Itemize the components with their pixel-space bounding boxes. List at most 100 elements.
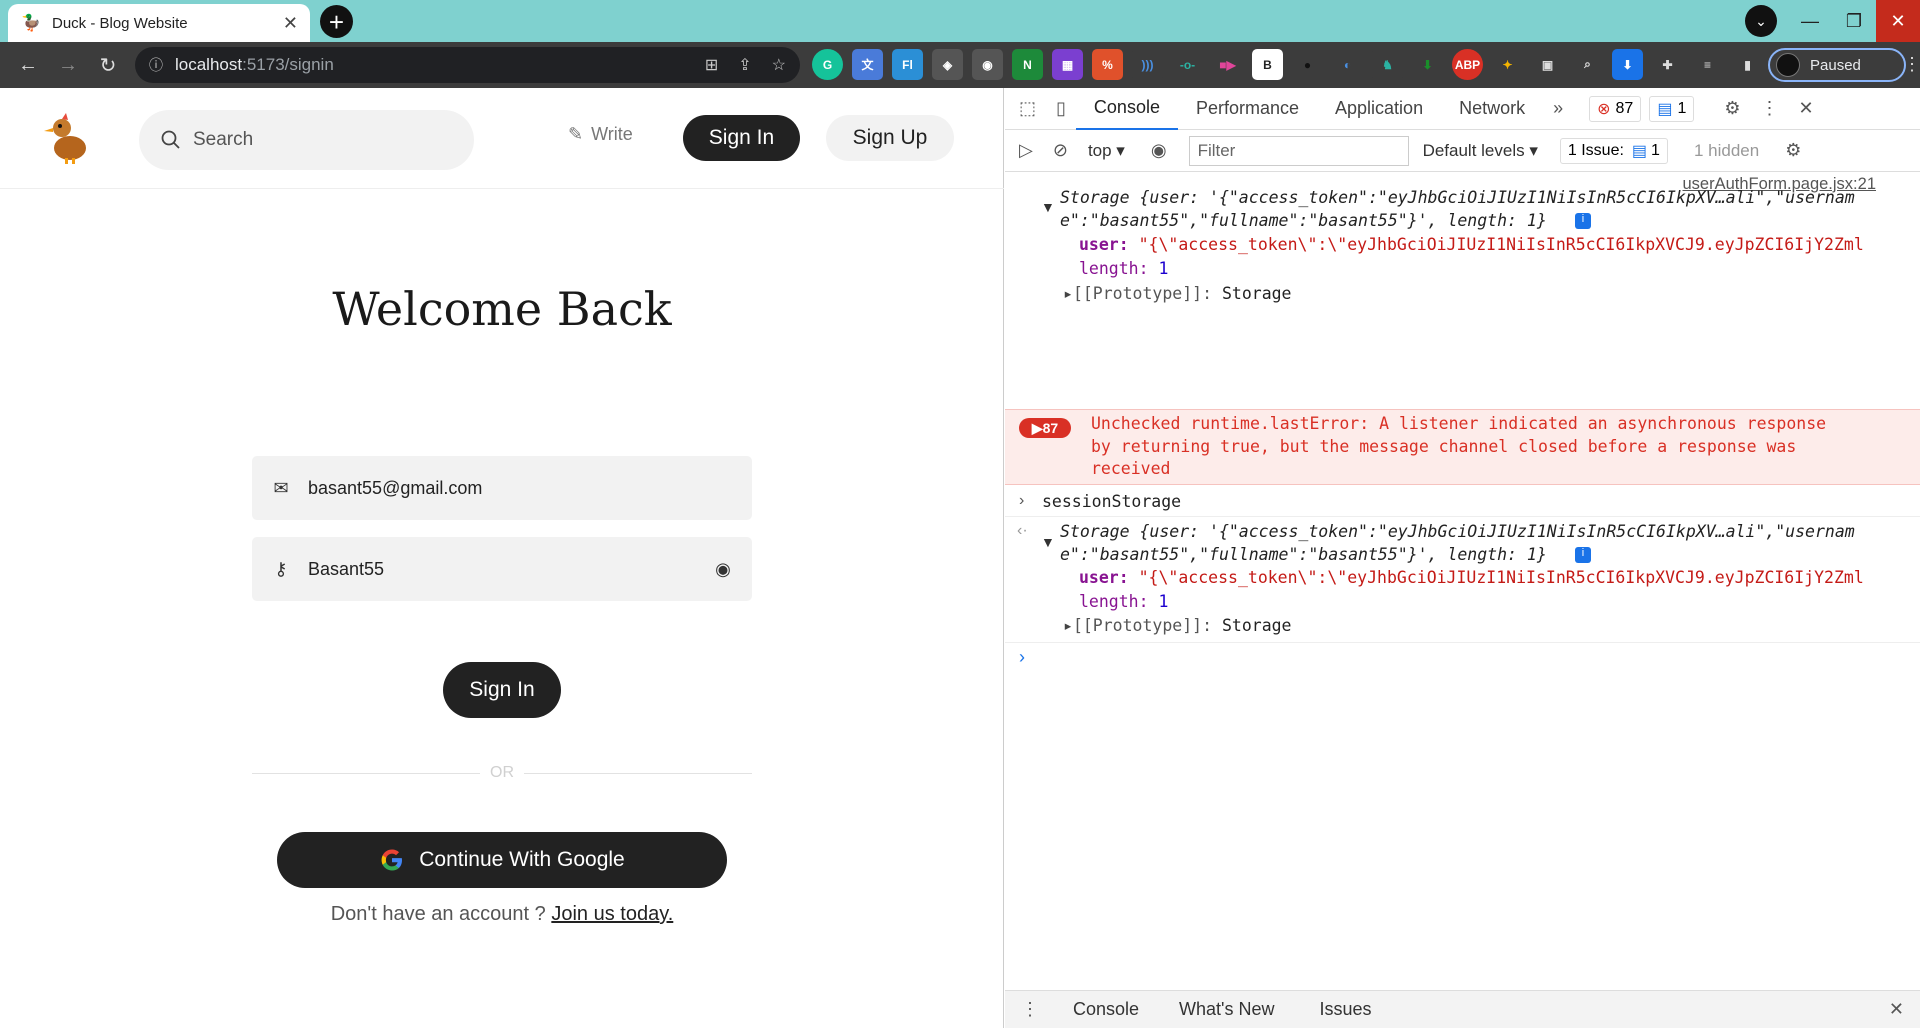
extensions-puzzle-icon[interactable]: ✚ — [1652, 49, 1683, 80]
signup-nav-button[interactable]: Sign Up — [826, 115, 954, 161]
drawer-tab-issues[interactable]: Issues — [1320, 999, 1372, 1020]
b-extension-icon[interactable]: B — [1252, 49, 1283, 80]
email-field[interactable]: ✉ basant55@gmail.com — [252, 456, 752, 520]
error-icon: ⊗ — [1597, 100, 1611, 118]
shield-extension-icon[interactable]: ◈ — [932, 49, 963, 80]
bookmark-star-icon[interactable]: ☆ — [772, 55, 786, 75]
window-close-icon[interactable]: ✕ — [1876, 0, 1920, 42]
user-value: "{\"access_token\":\"eyJhbGciOiJIUzI1NiI… — [1138, 235, 1864, 254]
key-icon: ⚷ — [274, 558, 288, 579]
signin-submit-button[interactable]: Sign In — [443, 662, 561, 718]
join-link[interactable]: Join us today. — [551, 903, 673, 925]
search-bar[interactable]: Search — [139, 110, 474, 170]
signin-nav-button[interactable]: Sign In — [683, 115, 800, 161]
n-extension-icon[interactable]: N — [1012, 49, 1043, 80]
log-levels-dropdown[interactable]: Default levels ▾ — [1423, 141, 1538, 161]
info-icon[interactable]: i — [1575, 213, 1591, 229]
fl-extension-icon[interactable]: Fl — [892, 49, 923, 80]
badge-extension-icon[interactable]: ▦ — [1052, 49, 1083, 80]
google-signin-button[interactable]: Continue With Google — [277, 832, 727, 888]
devtools-close-icon[interactable]: ✕ — [1788, 98, 1823, 119]
forward-icon[interactable]: → — [48, 45, 88, 85]
search-input[interactable]: Search — [193, 129, 253, 151]
download-green-extension-icon[interactable]: ⬇ — [1412, 49, 1443, 80]
drawer-tab-whats-new[interactable]: What's New — [1179, 999, 1274, 1020]
color-picker-extension-icon[interactable]: ✦ — [1492, 49, 1523, 80]
tab-close-icon[interactable]: ✕ — [283, 13, 298, 34]
dark-extension-icon[interactable]: ● — [1292, 49, 1323, 80]
write-link[interactable]: ✎ Write — [568, 124, 633, 145]
show-password-eye-icon[interactable]: ◉ — [712, 559, 734, 580]
dino-extension-icon[interactable]: ♞ — [1372, 49, 1403, 80]
console-filter-input[interactable]: Filter — [1188, 135, 1409, 166]
translate-extension-icon[interactable]: 文 — [852, 49, 883, 80]
share-icon[interactable]: ⇪ — [738, 55, 751, 75]
minimize-icon[interactable]: — — [1788, 0, 1832, 42]
console-settings-icon[interactable]: ⚙ — [1775, 140, 1811, 161]
reload-icon[interactable]: ↻ — [88, 45, 128, 85]
live-expression-eye-icon[interactable]: ◉ — [1141, 140, 1177, 161]
inspect-element-icon[interactable]: ⬚ — [1009, 98, 1046, 119]
profile-button[interactable]: Paused — [1768, 48, 1906, 82]
device-toolbar-icon[interactable]: ▯ — [1046, 98, 1076, 119]
context-selector[interactable]: top ▾ — [1088, 141, 1125, 161]
wave-extension-icon[interactable]: ))) — [1132, 49, 1163, 80]
duck-logo[interactable] — [40, 110, 96, 166]
record-extension-icon[interactable]: ■▶ — [1212, 49, 1243, 80]
drawer-close-icon[interactable]: ✕ — [1879, 999, 1914, 1020]
divider-right — [524, 773, 752, 774]
more-tabs-icon[interactable]: » — [1543, 98, 1573, 119]
link-extension-icon[interactable]: -o- — [1172, 49, 1203, 80]
clear-console-icon[interactable]: ⊘ — [1043, 140, 1078, 161]
browser-menu-icon[interactable]: ⋮ — [1903, 54, 1920, 75]
expand-triangle-icon-2[interactable]: ▼ — [1041, 534, 1055, 550]
issues-badge[interactable]: 1 Issue: ▤ 1 — [1559, 137, 1668, 164]
prototype-value-2: Storage — [1221, 616, 1292, 635]
image-extension-icon[interactable]: ▣ — [1532, 49, 1563, 80]
back-icon[interactable]: ← — [8, 45, 48, 85]
new-tab-button[interactable]: + — [320, 5, 353, 38]
sidebar-toggle-icon[interactable]: ▷ — [1009, 140, 1043, 161]
tab-performance[interactable]: Performance — [1178, 88, 1317, 130]
password-field[interactable]: ⚷ Basant55 ◉ — [252, 537, 752, 601]
prototype-row-2[interactable]: ▸[[Prototype]]: Storage — [1063, 616, 1292, 635]
info-icon-2[interactable]: i — [1575, 547, 1591, 563]
tab-network[interactable]: Network — [1441, 88, 1543, 130]
profile-avatar — [1776, 53, 1800, 77]
search-extension-icon[interactable]: ⌕ — [1572, 49, 1603, 80]
message-icon: ▤ — [1657, 100, 1673, 118]
settings-gear-icon[interactable]: ⚙ — [1714, 98, 1750, 119]
drawer-menu-icon[interactable]: ⋮ — [1011, 999, 1049, 1020]
search-icon — [161, 130, 180, 149]
site-info-icon[interactable]: ⓘ — [149, 55, 163, 75]
translate-icon[interactable]: ⊞ — [705, 55, 718, 75]
error-count-badge[interactable]: ⊗ 87 — [1589, 95, 1642, 122]
result-storage-line1[interactable]: Storage {user: '{"access_token":"eyJhbGc… — [1060, 522, 1855, 541]
tab-console[interactable]: Console — [1075, 88, 1178, 130]
media-control-icon[interactable]: ≡ — [1692, 49, 1723, 80]
camera-extension-icon[interactable]: ◉ — [972, 49, 1003, 80]
log-storage-line1[interactable]: Storage {user: '{"access_token":"eyJhbGc… — [1060, 188, 1855, 207]
address-bar[interactable]: ⓘ localhost :5173/signin ⊞ ⇪ ☆ — [135, 47, 800, 83]
maximize-icon[interactable]: ❐ — [1832, 0, 1876, 42]
email-input[interactable]: basant55@gmail.com — [308, 478, 734, 499]
console-prompt-icon[interactable]: › — [1019, 647, 1025, 668]
message-count-badge[interactable]: ▤ 1 — [1649, 95, 1695, 122]
browser-tab[interactable]: 🦆 Duck - Blog Website ✕ — [8, 4, 310, 42]
tab-search-icon[interactable]: ⌄ — [1745, 5, 1777, 37]
download-extension-icon[interactable]: ⬇ — [1612, 49, 1643, 80]
website-viewport: Search ✎ Write Sign In Sign Up Welcome B… — [0, 88, 1004, 1028]
grammarly-extension-icon[interactable]: G — [812, 49, 843, 80]
password-input[interactable]: Basant55 — [308, 559, 712, 580]
side-panel-icon[interactable]: ▮ — [1732, 49, 1763, 80]
prototype-row[interactable]: ▸[[Prototype]]: Storage — [1063, 284, 1292, 303]
globe-extension-icon[interactable]: ◐ — [1332, 49, 1363, 80]
devtools-tabbar: ⬚ ▯ Console Performance Application Netw… — [1005, 88, 1920, 130]
adblock-extension-icon[interactable]: ABP — [1452, 49, 1483, 80]
tab-application[interactable]: Application — [1317, 88, 1441, 130]
zoho-extension-icon[interactable]: % — [1092, 49, 1123, 80]
drawer-tab-console[interactable]: Console — [1073, 999, 1139, 1020]
devtools-menu-icon[interactable]: ⋮ — [1750, 98, 1788, 119]
expand-triangle-icon[interactable]: ▼ — [1041, 199, 1055, 215]
console-error-row[interactable]: ▶ 87 Unchecked runtime.lastError: A list… — [1005, 409, 1920, 485]
